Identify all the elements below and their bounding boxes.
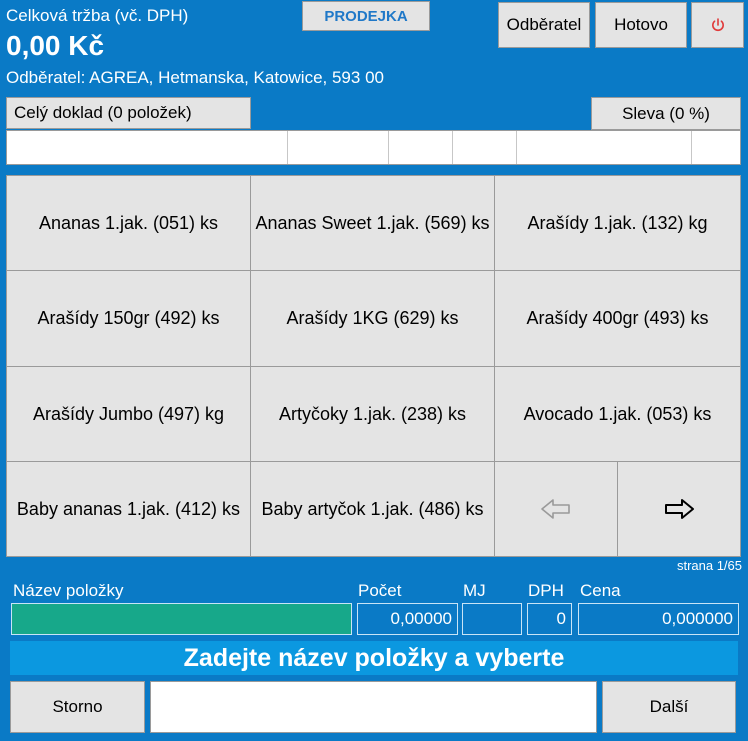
next-page-button[interactable] bbox=[618, 461, 741, 557]
done-button[interactable]: Hotovo bbox=[595, 2, 687, 48]
product-row: Baby ananas 1.jak. (412) ks Baby artyčok… bbox=[7, 461, 741, 557]
table-column bbox=[453, 131, 517, 164]
product-button[interactable]: Avocado 1.jak. (053) ks bbox=[495, 366, 741, 462]
table-column bbox=[389, 131, 453, 164]
product-row: Arašídy 150gr (492) ks Arašídy 1KG (629)… bbox=[7, 271, 741, 367]
customer-info: Odběratel: AGREA, Hetmanska, Katowice, 5… bbox=[6, 68, 384, 87]
product-button[interactable]: Artyčoky 1.jak. (238) ks bbox=[251, 366, 495, 462]
product-grid: Ananas 1.jak. (051) ks Ananas Sweet 1.ja… bbox=[6, 175, 741, 557]
discount-button[interactable]: Sleva (0 %) bbox=[591, 97, 741, 130]
product-row: Ananas 1.jak. (051) ks Ananas Sweet 1.ja… bbox=[7, 176, 741, 272]
table-column bbox=[288, 131, 389, 164]
customer-button[interactable]: Odběratel bbox=[498, 2, 590, 48]
product-row: Arašídy Jumbo (497) kg Artyčoky 1.jak. (… bbox=[7, 366, 741, 462]
price-field[interactable]: 0,000000 bbox=[578, 603, 739, 635]
page-indicator: strana 1/65 bbox=[676, 558, 742, 573]
product-button[interactable]: Baby ananas 1.jak. (412) ks bbox=[7, 461, 251, 557]
vat-field[interactable]: 0 bbox=[527, 603, 572, 635]
power-button[interactable] bbox=[691, 2, 744, 48]
product-button[interactable]: Arašídy Jumbo (497) kg bbox=[7, 366, 251, 462]
document-lines-table bbox=[6, 130, 741, 165]
product-button[interactable]: Arašídy 400gr (493) ks bbox=[495, 271, 741, 367]
storno-button[interactable]: Storno bbox=[10, 681, 145, 733]
product-button[interactable]: Ananas 1.jak. (051) ks bbox=[7, 176, 251, 272]
price-label: Cena bbox=[580, 581, 621, 600]
product-button[interactable]: Ananas Sweet 1.jak. (569) ks bbox=[251, 176, 495, 272]
arrow-left-icon bbox=[540, 497, 572, 521]
mode-button[interactable]: PRODEJKA bbox=[302, 1, 430, 31]
power-icon bbox=[710, 17, 726, 33]
total-label: Celková tržba (vč. DPH) bbox=[6, 6, 189, 25]
quantity-label: Počet bbox=[358, 581, 402, 600]
arrow-right-icon bbox=[663, 497, 695, 521]
quantity-field[interactable]: 0,00000 bbox=[357, 603, 458, 635]
instruction-banner: Zadejte název položky a vyberte bbox=[10, 641, 738, 675]
next-button[interactable]: Další bbox=[602, 681, 736, 733]
total-value: 0,00 Kč bbox=[6, 30, 105, 61]
prev-page-button[interactable] bbox=[495, 461, 618, 557]
vat-label: DPH bbox=[528, 581, 564, 600]
product-button[interactable]: Arašídy 150gr (492) ks bbox=[7, 271, 251, 367]
table-column bbox=[692, 131, 740, 164]
item-name-field[interactable] bbox=[11, 603, 352, 635]
unit-field[interactable] bbox=[462, 603, 522, 635]
table-column bbox=[517, 131, 692, 164]
item-name-label: Název položky bbox=[13, 581, 124, 600]
product-button[interactable]: Arašídy 1KG (629) ks bbox=[251, 271, 495, 367]
product-button[interactable]: Baby artyčok 1.jak. (486) ks bbox=[251, 461, 495, 557]
table-column bbox=[7, 131, 288, 164]
product-button[interactable]: Arašídy 1.jak. (132) kg bbox=[495, 176, 741, 272]
search-input[interactable] bbox=[150, 681, 597, 733]
whole-document-tab[interactable]: Celý doklad (0 položek) bbox=[6, 97, 251, 129]
unit-label: MJ bbox=[463, 581, 486, 600]
